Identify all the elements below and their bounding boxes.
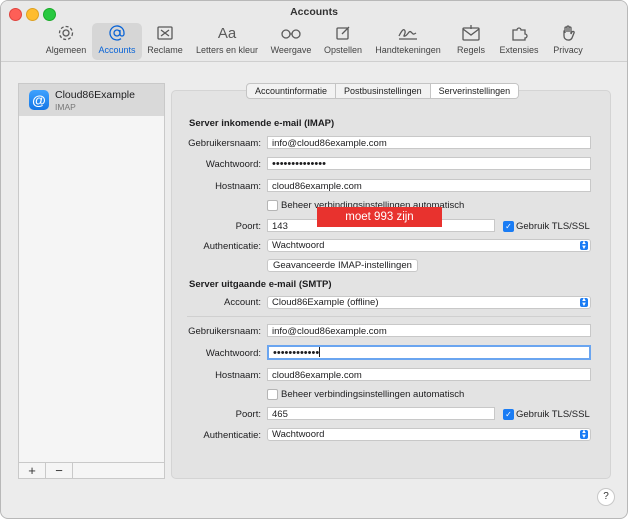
toolbar-label: Handtekeningen (375, 45, 441, 55)
toolbar-item-signatures[interactable]: Handtekeningen (371, 23, 445, 60)
toolbar-item-composing[interactable]: Opstellen (320, 23, 366, 60)
toolbar-label: Letters en kleur (195, 45, 259, 55)
preferences-window: Accounts Algemeen Accounts Reclame Aa Le… (0, 0, 628, 519)
toolbar-label: Accounts (98, 45, 136, 55)
toolbar-label: Weergave (270, 45, 312, 55)
outgoing-username-field[interactable]: info@cloud86example.com (267, 324, 591, 337)
account-name: Cloud86Example (55, 89, 135, 101)
account-list-item[interactable]: @ Cloud86Example IMAP (19, 84, 164, 116)
signature-icon (398, 29, 417, 40)
title-bar: Accounts Algemeen Accounts Reclame Aa Le… (1, 1, 627, 62)
incoming-port-label: Poort: (235, 221, 261, 232)
toolbar-label: Reclame (147, 45, 183, 55)
outgoing-account-label: Account: (224, 297, 261, 308)
advanced-imap-settings-button[interactable]: Geavanceerde IMAP-instellingen (267, 259, 418, 272)
glasses-icon (281, 29, 301, 39)
incoming-username-label: Gebruikersnaam: (188, 138, 261, 149)
tab-server-settings[interactable]: Serverinstellingen (430, 84, 519, 98)
outgoing-port-label: Poort: (235, 409, 261, 420)
incoming-tls-checkbox[interactable]: ✓ (503, 221, 514, 232)
tab-account-information[interactable]: Accountinformatie (247, 84, 337, 98)
outgoing-tls-label: Gebruik TLS/SSL (516, 409, 590, 420)
at-sign-icon: @ (29, 90, 49, 110)
outgoing-hostname-field[interactable]: cloud86example.com (267, 368, 591, 381)
toolbar-label: Algemeen (45, 45, 87, 55)
outgoing-password-label: Wachtwoord: (205, 348, 261, 359)
add-account-button[interactable]: + (19, 463, 46, 478)
incoming-tls-label: Gebruik TLS/SSL (516, 221, 590, 232)
outgoing-account-select[interactable]: Cloud86Example (offline) ▲ ▼ (267, 296, 591, 309)
outgoing-section-title: Server uitgaande e-mail (SMTP) (189, 279, 332, 290)
compose-icon (336, 26, 350, 40)
fonts-icon: Aa (217, 24, 237, 42)
tab-mailbox-behaviors[interactable]: Postbusinstellingen (336, 84, 431, 98)
outgoing-hostname-label: Hostnaam: (215, 370, 261, 381)
section-divider (187, 316, 591, 317)
window-title: Accounts (290, 6, 338, 18)
remove-account-button[interactable]: − (46, 463, 73, 478)
outgoing-tls-checkbox[interactable]: ✓ (503, 409, 514, 420)
incoming-password-label: Wachtwoord: (205, 159, 261, 170)
toolbar-item-general[interactable]: Algemeen (41, 23, 91, 60)
incoming-hostname-field[interactable]: cloud86example.com (267, 179, 591, 192)
settings-tabs: Accountinformatie Postbusinstellingen Se… (246, 83, 520, 99)
toolbar-label: Extensies (499, 45, 539, 55)
outgoing-auth-select[interactable]: Wachtwoord ▲ ▼ (267, 428, 591, 441)
outgoing-auto-manage-checkbox[interactable] (267, 389, 278, 400)
incoming-auto-manage-checkbox[interactable] (267, 200, 278, 211)
toolbar-item-fonts[interactable]: Aa Letters en kleur (191, 23, 263, 60)
incoming-hostname-label: Hostnaam: (215, 181, 261, 192)
outgoing-auto-manage-label: Beheer verbindingsinstellingen automatis… (281, 389, 465, 400)
outgoing-password-field[interactable]: •••••••••••• (267, 345, 591, 360)
chevron-up-down-icon: ▲ ▼ (580, 297, 588, 308)
incoming-auth-label: Authenticatie: (203, 241, 261, 252)
help-button[interactable]: ? (597, 488, 615, 506)
outgoing-account-value: Cloud86Example (offline) (272, 297, 379, 308)
outgoing-auth-value: Wachtwoord (272, 429, 325, 440)
annotation-callout: moet 993 zijn (317, 207, 442, 227)
toolbar-item-privacy[interactable]: Privacy (548, 23, 588, 60)
toolbar-item-extensions[interactable]: Extensies (496, 23, 542, 60)
account-type: IMAP (55, 102, 76, 112)
outgoing-auth-label: Authenticatie: (203, 430, 261, 441)
outgoing-password-mask: •••••••••••• (273, 347, 320, 359)
puzzle-icon (512, 27, 528, 41)
outgoing-username-label: Gebruikersnaam: (188, 326, 261, 337)
text-caret (319, 347, 321, 357)
chevron-up-down-icon: ▲ ▼ (580, 429, 588, 440)
incoming-auth-select[interactable]: Wachtwoord ▲ ▼ (267, 239, 591, 252)
incoming-section-title: Server inkomende e-mail (IMAP) (189, 118, 335, 129)
rules-icon (462, 25, 480, 41)
incoming-auth-value: Wachtwoord (272, 240, 325, 251)
toolbar-item-rules[interactable]: Regels (452, 23, 490, 60)
toolbar-label: Regels (456, 45, 485, 55)
junk-mail-icon (157, 26, 173, 40)
toolbar-item-viewing[interactable]: Weergave (268, 23, 314, 60)
outgoing-port-field[interactable]: 465 (267, 407, 495, 420)
toolbar-item-accounts[interactable]: Accounts (92, 23, 142, 60)
incoming-password-field[interactable]: •••••••••••••• (267, 157, 591, 170)
toolbar-label: Opstellen (323, 45, 363, 55)
sidebar-button-bar: + − (18, 462, 165, 479)
hand-icon (563, 25, 575, 41)
gear-icon (58, 25, 74, 41)
toolbar-label: Privacy (553, 45, 583, 55)
at-sign-icon (109, 25, 125, 41)
incoming-username-field[interactable]: info@cloud86example.com (267, 136, 591, 149)
toolbar-item-junk[interactable]: Reclame (143, 23, 187, 60)
chevron-up-down-icon: ▲ ▼ (580, 240, 588, 251)
